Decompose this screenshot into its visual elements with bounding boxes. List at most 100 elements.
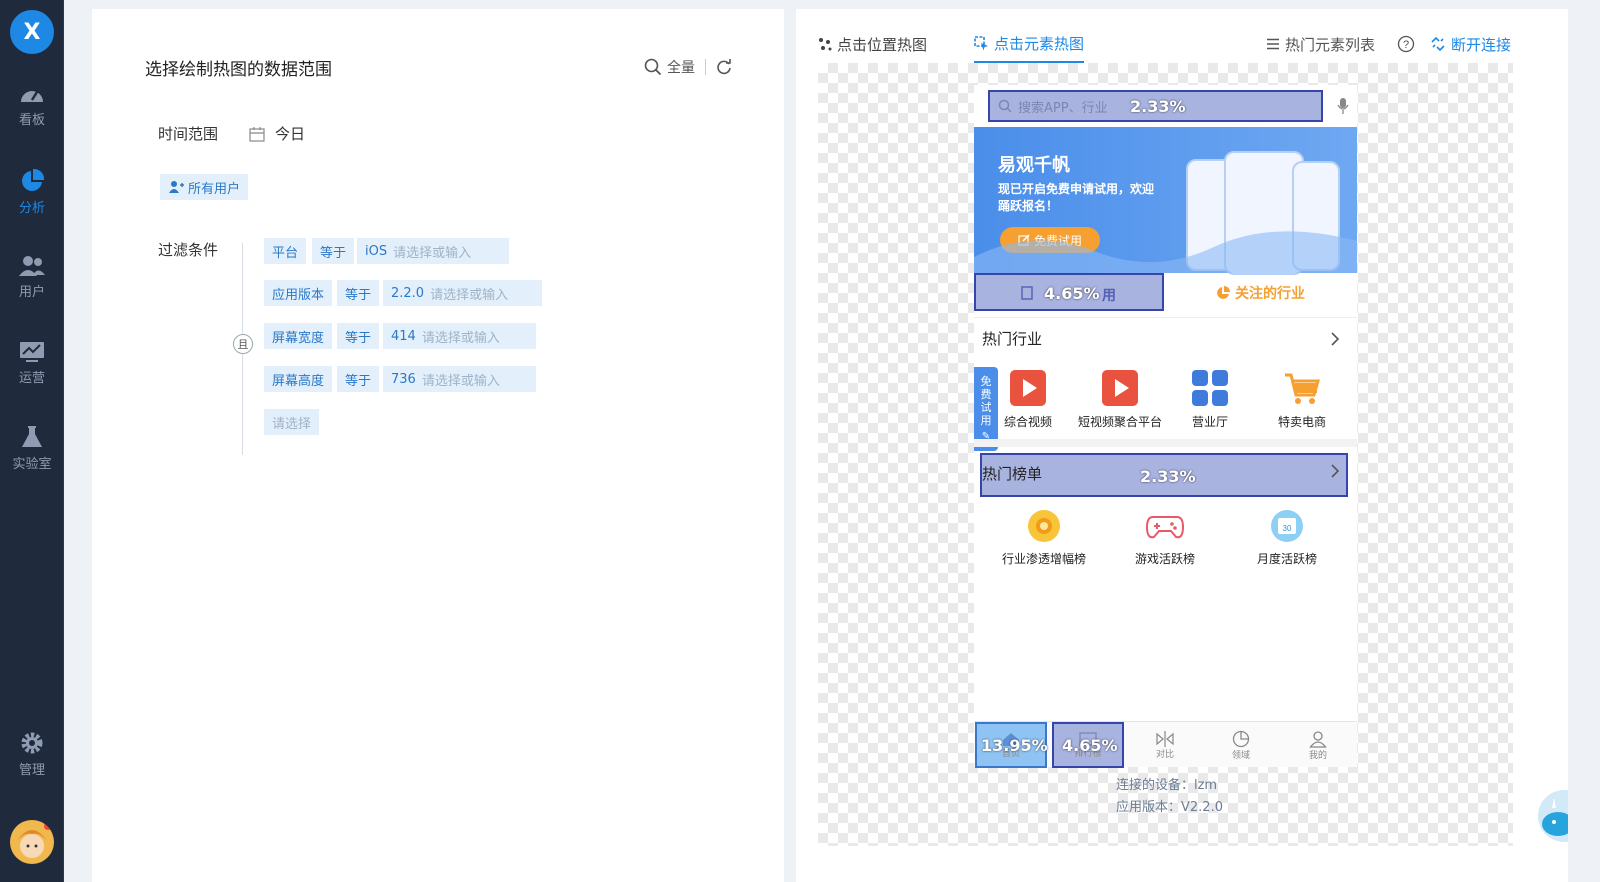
avatar[interactable] <box>10 820 54 864</box>
search-icon[interactable] <box>644 58 662 76</box>
industry-label: 特卖电商 <box>1277 415 1326 429</box>
sidebar-item-settings[interactable]: 管理 <box>0 730 64 778</box>
sidebar-item-lab[interactable]: 实验室 <box>0 424 64 472</box>
rank-item[interactable]: 行业渗透增幅榜 <box>994 509 1094 567</box>
date-value: 今日 <box>275 125 306 143</box>
filter-field[interactable]: 屏幕宽度 <box>264 323 333 349</box>
side-tag-char: 用 <box>980 414 992 427</box>
my-apps-hotspot[interactable]: 4.65% 用 <box>974 273 1164 311</box>
tab-domain[interactable]: 领域 <box>1203 722 1279 768</box>
industry-item[interactable]: 综合视频 <box>996 369 1060 430</box>
filter-operator[interactable]: 等于 <box>337 366 380 392</box>
sidebar-item-operations[interactable]: 运营 <box>0 340 64 386</box>
and-toggle-button[interactable]: 且 <box>233 334 253 354</box>
medal-icon <box>1028 510 1060 542</box>
assistant-bot-icon[interactable] <box>1538 790 1574 842</box>
search-placeholder: 搜索APP、行业 <box>1018 100 1108 116</box>
industry-label: 短视频聚合平台 <box>1077 415 1162 429</box>
hot-rank-title: 热门榜单 <box>982 465 1043 483</box>
filter-operator[interactable]: 等于 <box>312 238 355 264</box>
tab-click-position-heatmap[interactable]: 点击位置热图 <box>818 25 927 63</box>
filter-value-input[interactable]: iOS 请选择或输入 <box>357 238 509 264</box>
click-percentage: 13.95% <box>981 736 1048 755</box>
sidebar-item-label: 看板 <box>18 113 45 128</box>
chevron-right-icon[interactable] <box>1330 331 1340 347</box>
time-range-label: 时间范围 <box>158 125 219 143</box>
industry-label: 综合视频 <box>1003 415 1052 429</box>
banner-subtitle: 现已开启免费申请试用，欢迎踊跃报名！ <box>998 182 1155 213</box>
filter-field[interactable]: 平台 <box>264 238 307 264</box>
filter-value-input[interactable]: 2.2.0 请选择或输入 <box>383 280 542 306</box>
tab-me[interactable]: 我的 <box>1280 722 1356 768</box>
heatmap-canvas: 搜索APP、行业 2.33% 易观千帆 现已开启免费申请试用，欢迎踊跃报名！ 免… <box>818 63 1513 846</box>
followed-industry-label: 关注的行业 <box>1235 286 1305 302</box>
rank-item[interactable]: 游戏活跃榜 <box>1120 509 1210 567</box>
phone-screen: 搜索APP、行业 2.33% 易观千帆 现已开启免费申请试用，欢迎踊跃报名！ 免… <box>974 85 1357 768</box>
sidebar-item-analysis[interactable]: 分析 <box>0 168 64 216</box>
tab-compare[interactable]: 对比 <box>1127 722 1203 768</box>
compare-icon <box>1156 730 1174 747</box>
quick-entry-row: 4.65% 用 关注的行业 <box>974 273 1357 313</box>
user-group-icon <box>169 181 184 193</box>
user-segment-chip[interactable]: 所有用户 <box>160 174 249 200</box>
filter-operator[interactable]: 等于 <box>337 280 380 306</box>
filter-value-input[interactable]: 414 请选择或输入 <box>383 323 536 349</box>
section-gap <box>974 439 1357 447</box>
sidebar-item-dashboard[interactable]: 看板 <box>0 84 64 128</box>
filter-field[interactable]: 应用版本 <box>264 280 333 306</box>
grid-apps-icon <box>1192 370 1228 406</box>
filter-field[interactable]: 屏幕高度 <box>264 366 333 392</box>
video-play-icon <box>1010 370 1046 406</box>
tab-home-hotspot[interactable]: 首页 13.95% <box>975 722 1048 768</box>
click-percentage: 2.33% <box>1140 467 1196 486</box>
sidebar-item-label: 运营 <box>18 371 45 386</box>
filter-value: 2.2.0 <box>391 285 425 301</box>
filter-placeholder: 请选择或输入 <box>393 245 472 261</box>
hot-element-list-button[interactable]: 热门元素列表 <box>1266 25 1375 63</box>
hot-industry-title: 热门行业 <box>982 330 1043 348</box>
app-logo[interactable]: X <box>10 10 54 54</box>
followed-industry-button[interactable]: 关注的行业 <box>1164 273 1357 313</box>
tab-ranking-hotspot[interactable]: 排行榜 4.65% <box>1052 722 1124 768</box>
filter-field-select[interactable]: 请选择 <box>264 409 320 435</box>
my-apps-label: 用 <box>1102 288 1116 304</box>
industry-item[interactable]: 特卖电商 <box>1270 369 1334 430</box>
pie-chart-icon <box>1217 286 1230 299</box>
disconnect-button[interactable]: 断开连接 <box>1430 25 1511 63</box>
sidebar-item-users[interactable]: 用户 <box>0 254 64 300</box>
hot-rank-hotspot[interactable]: 热门榜单 2.33% <box>980 453 1348 497</box>
user-icon <box>1309 730 1327 748</box>
heatmap-panel: 点击位置热图 点击元素热图 热门元素列表 ? 断开连接 搜索APP、行业 2.3… <box>796 9 1568 882</box>
full-data-toggle[interactable]: 全量 <box>667 57 695 77</box>
element-select-icon <box>974 35 988 50</box>
filter-operator[interactable]: 等于 <box>337 323 380 349</box>
panel-title: 选择绘制热图的数据范围 <box>145 60 332 80</box>
dashboard-icon <box>21 91 43 102</box>
tab-label: 点击位置热图 <box>837 35 928 54</box>
date-picker[interactable]: 今日 <box>249 123 305 144</box>
search-bar-hotspot[interactable]: 搜索APP、行业 2.33% <box>988 90 1323 122</box>
refresh-icon[interactable] <box>716 59 732 75</box>
connected-device: 连接的设备：lzm <box>1116 778 1218 793</box>
industry-item[interactable]: 短视频聚合平台 <box>1072 369 1168 430</box>
calendar-icon <box>249 126 265 142</box>
help-button[interactable]: ? <box>1397 25 1415 63</box>
divider <box>974 317 1357 318</box>
side-tag-char: 免 <box>980 375 992 388</box>
search-icon <box>998 99 1012 113</box>
promo-banner[interactable]: 易观千帆 现已开启免费申请试用，欢迎踊跃报名！ 免费试用 <box>974 127 1357 275</box>
microphone-icon[interactable] <box>1337 97 1349 115</box>
tab-click-element-heatmap[interactable]: 点击元素热图 <box>974 25 1085 63</box>
filter-placeholder: 请选择或输入 <box>430 287 509 303</box>
rank-item[interactable]: 30 月度活跃榜 <box>1242 509 1332 567</box>
tab-label: 点击元素热图 <box>994 34 1085 53</box>
tab-label: 领域 <box>1231 750 1250 761</box>
industry-item[interactable]: 营业厅 <box>1178 369 1242 430</box>
rank-label: 游戏活跃榜 <box>1134 552 1195 566</box>
chevron-right-icon <box>1331 464 1340 478</box>
divider <box>705 59 706 75</box>
filter-value: 736 <box>391 371 416 387</box>
filter-value-input[interactable]: 736 请选择或输入 <box>383 366 536 392</box>
users-icon <box>19 256 45 276</box>
sidebar-item-label: 管理 <box>18 763 45 778</box>
